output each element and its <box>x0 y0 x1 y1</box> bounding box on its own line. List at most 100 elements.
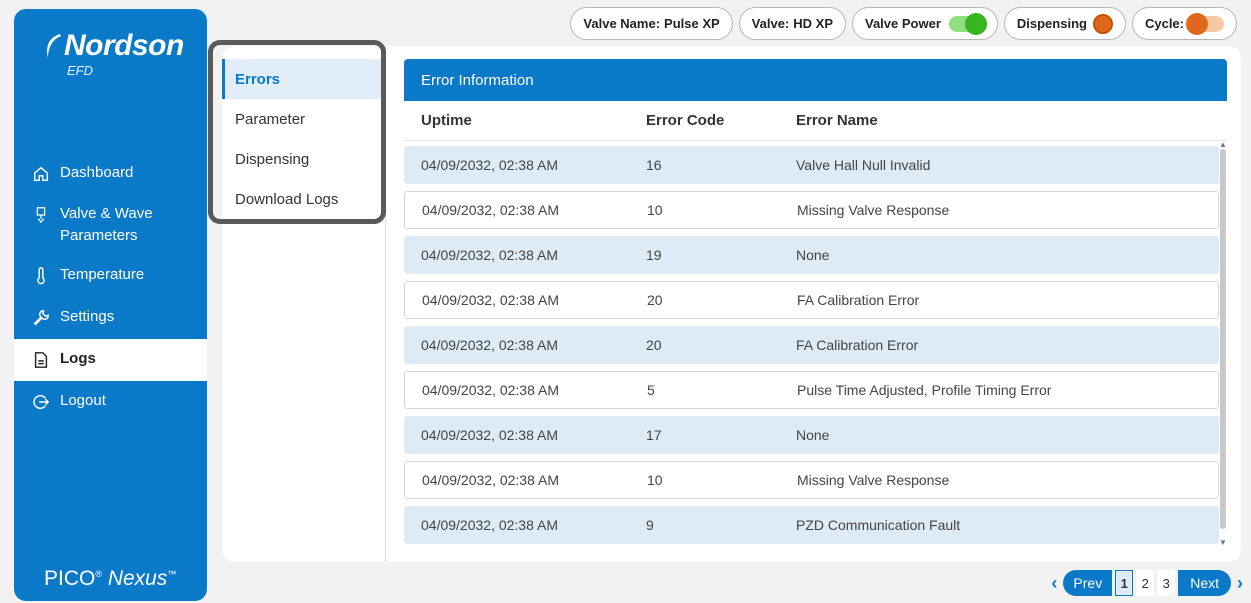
product-brand: PICO® Nexus™ <box>44 567 176 591</box>
table-header-row: Uptime Error Code Error Name <box>404 101 1227 141</box>
toggle-knob <box>1186 12 1208 35</box>
cell-error-code: 16 <box>646 157 662 173</box>
valve-icon <box>30 205 52 225</box>
cell-error-code: 19 <box>646 247 662 263</box>
valve-label: Valve: <box>751 16 790 31</box>
toggle-knob <box>964 12 987 35</box>
cycle-toggle[interactable] <box>1186 12 1224 35</box>
next-button[interactable]: Next <box>1178 570 1231 596</box>
nav-item-settings[interactable]: Settings <box>14 297 207 339</box>
subnav-download-logs[interactable]: Download Logs <box>222 179 385 219</box>
wrench-icon <box>30 308 52 328</box>
valve-value: HD XP <box>793 16 833 31</box>
column-header-error-name: Error Name <box>796 112 878 129</box>
prev-button[interactable]: Prev <box>1063 570 1113 596</box>
logs-subnav: Errors Parameter Dispensing Download Log… <box>222 46 386 562</box>
thermometer-icon <box>30 266 52 286</box>
cell-uptime: 04/09/2032, 02:38 AM <box>422 382 559 398</box>
valve-power-label: Valve Power <box>865 16 941 31</box>
cell-error-name: FA Calibration Error <box>797 292 920 308</box>
cell-error-code: 10 <box>647 202 663 218</box>
cell-error-code: 9 <box>646 517 654 533</box>
content-card: Errors Parameter Dispensing Download Log… <box>208 40 1241 562</box>
nav-label: Temperature <box>60 266 145 283</box>
table-row: 04/09/2032, 02:38 AM 20 FA Calibration E… <box>404 281 1219 319</box>
table-row: 04/09/2032, 02:38 AM 17 None <box>404 416 1219 454</box>
nav-item-valve-wave-parameters[interactable]: Valve & Wave Parameters <box>14 195 207 255</box>
cell-error-name: None <box>796 427 830 443</box>
cell-error-code: 20 <box>647 292 663 308</box>
nav-label: Dashboard <box>60 164 134 181</box>
chevron-left-icon[interactable]: ‹ <box>1048 573 1060 594</box>
main-nav: Dashboard Valve & Wave Parameters Temper… <box>14 153 207 423</box>
nav-label: Settings <box>60 308 115 325</box>
cell-error-name: None <box>796 247 830 263</box>
dispensing-label: Dispensing <box>1016 16 1087 31</box>
cycle-label: Cycle: <box>1144 16 1184 31</box>
logo-subtext: EFD <box>67 63 93 78</box>
table-title: Error Information <box>404 59 1227 101</box>
cell-uptime: 04/09/2032, 02:38 AM <box>421 427 558 443</box>
home-icon <box>30 164 52 184</box>
nav-item-temperature[interactable]: Temperature <box>14 255 207 297</box>
cell-error-code: 10 <box>647 472 663 488</box>
cell-error-code: 5 <box>647 382 655 398</box>
cell-error-name: Missing Valve Response <box>797 202 950 218</box>
cell-uptime: 04/09/2032, 02:38 AM <box>422 472 559 488</box>
error-table-panel: Error Information Uptime Error Code Erro… <box>404 59 1227 547</box>
cell-error-code: 20 <box>646 337 662 353</box>
brand-tm: ™ <box>167 569 177 579</box>
brand-nexus: Nexus <box>107 567 168 590</box>
brand-reg: ® <box>95 569 102 579</box>
nav-label: Logout <box>60 392 106 409</box>
cell-error-name: PZD Communication Fault <box>796 517 961 533</box>
subnav-parameter[interactable]: Parameter <box>222 99 385 139</box>
page-1-button[interactable]: 1 <box>1115 570 1134 596</box>
brand-pico: PICO <box>44 567 96 590</box>
nav-item-dashboard[interactable]: Dashboard <box>14 153 207 195</box>
nav-item-logout[interactable]: Logout <box>14 381 207 423</box>
cell-error-name: Valve Hall Null Invalid <box>796 157 931 173</box>
nordson-logo: Nordson EFD <box>44 31 184 78</box>
scroll-thumb[interactable] <box>1220 149 1226 529</box>
cell-uptime: 04/09/2032, 02:38 AM <box>421 247 558 263</box>
sidebar: Nordson EFD Dashboard Valve & Wave Param… <box>14 9 207 601</box>
nav-label: Logs <box>60 350 96 367</box>
dispensing-status: Dispensing <box>1003 7 1126 40</box>
logo-swoosh-icon <box>47 34 61 58</box>
dispensing-indicator <box>1092 13 1113 34</box>
cell-error-name: FA Calibration Error <box>796 337 919 353</box>
chevron-right-icon[interactable]: › <box>1234 573 1246 594</box>
cycle-status: Cycle: <box>1131 7 1237 40</box>
table-row: 04/09/2032, 02:38 AM 19 None <box>404 236 1219 274</box>
pagination: ‹ Prev 1 2 3 Next › <box>1048 570 1246 596</box>
valve-name-value: Pulse XP <box>664 16 720 31</box>
cell-uptime: 04/09/2032, 02:38 AM <box>421 337 558 353</box>
column-header-uptime: Uptime <box>421 112 472 129</box>
valve-power-toggle[interactable] <box>948 12 987 35</box>
column-header-error-code: Error Code <box>646 112 725 129</box>
nav-label: Valve & Wave Parameters <box>60 205 153 244</box>
subnav-errors[interactable]: Errors <box>222 59 385 99</box>
valve-power-status: Valve Power <box>852 7 998 40</box>
logo-text: Nordson <box>64 29 184 62</box>
cell-uptime: 04/09/2032, 02:38 AM <box>421 517 558 533</box>
scroll-down-icon[interactable]: ▼ <box>1219 539 1227 547</box>
table-row: 04/09/2032, 02:38 AM 5 Pulse Time Adjust… <box>404 371 1219 409</box>
page-3-button[interactable]: 3 <box>1157 570 1176 596</box>
table-row: 04/09/2032, 02:38 AM 20 FA Calibration E… <box>404 326 1219 364</box>
nav-item-logs[interactable]: Logs <box>14 339 207 381</box>
table-body[interactable]: 04/09/2032, 02:38 AM 16 Valve Hall Null … <box>404 141 1227 547</box>
subnav-dispensing[interactable]: Dispensing <box>222 139 385 179</box>
scroll-up-icon[interactable]: ▲ <box>1219 141 1227 149</box>
table-scrollbar[interactable]: ▲ ▼ <box>1219 141 1227 547</box>
page-2-button[interactable]: 2 <box>1136 570 1155 596</box>
cell-error-name: Missing Valve Response <box>797 472 950 488</box>
document-icon <box>30 350 52 370</box>
cell-uptime: 04/09/2032, 02:38 AM <box>422 202 559 218</box>
valve-status: Valve: HD XP <box>738 7 846 40</box>
logout-icon <box>30 392 52 412</box>
table-row: 04/09/2032, 02:38 AM 10 Missing Valve Re… <box>404 461 1219 499</box>
table-row: 04/09/2032, 02:38 AM 16 Valve Hall Null … <box>404 146 1219 184</box>
table-row: 04/09/2032, 02:38 AM 10 Missing Valve Re… <box>404 191 1219 229</box>
